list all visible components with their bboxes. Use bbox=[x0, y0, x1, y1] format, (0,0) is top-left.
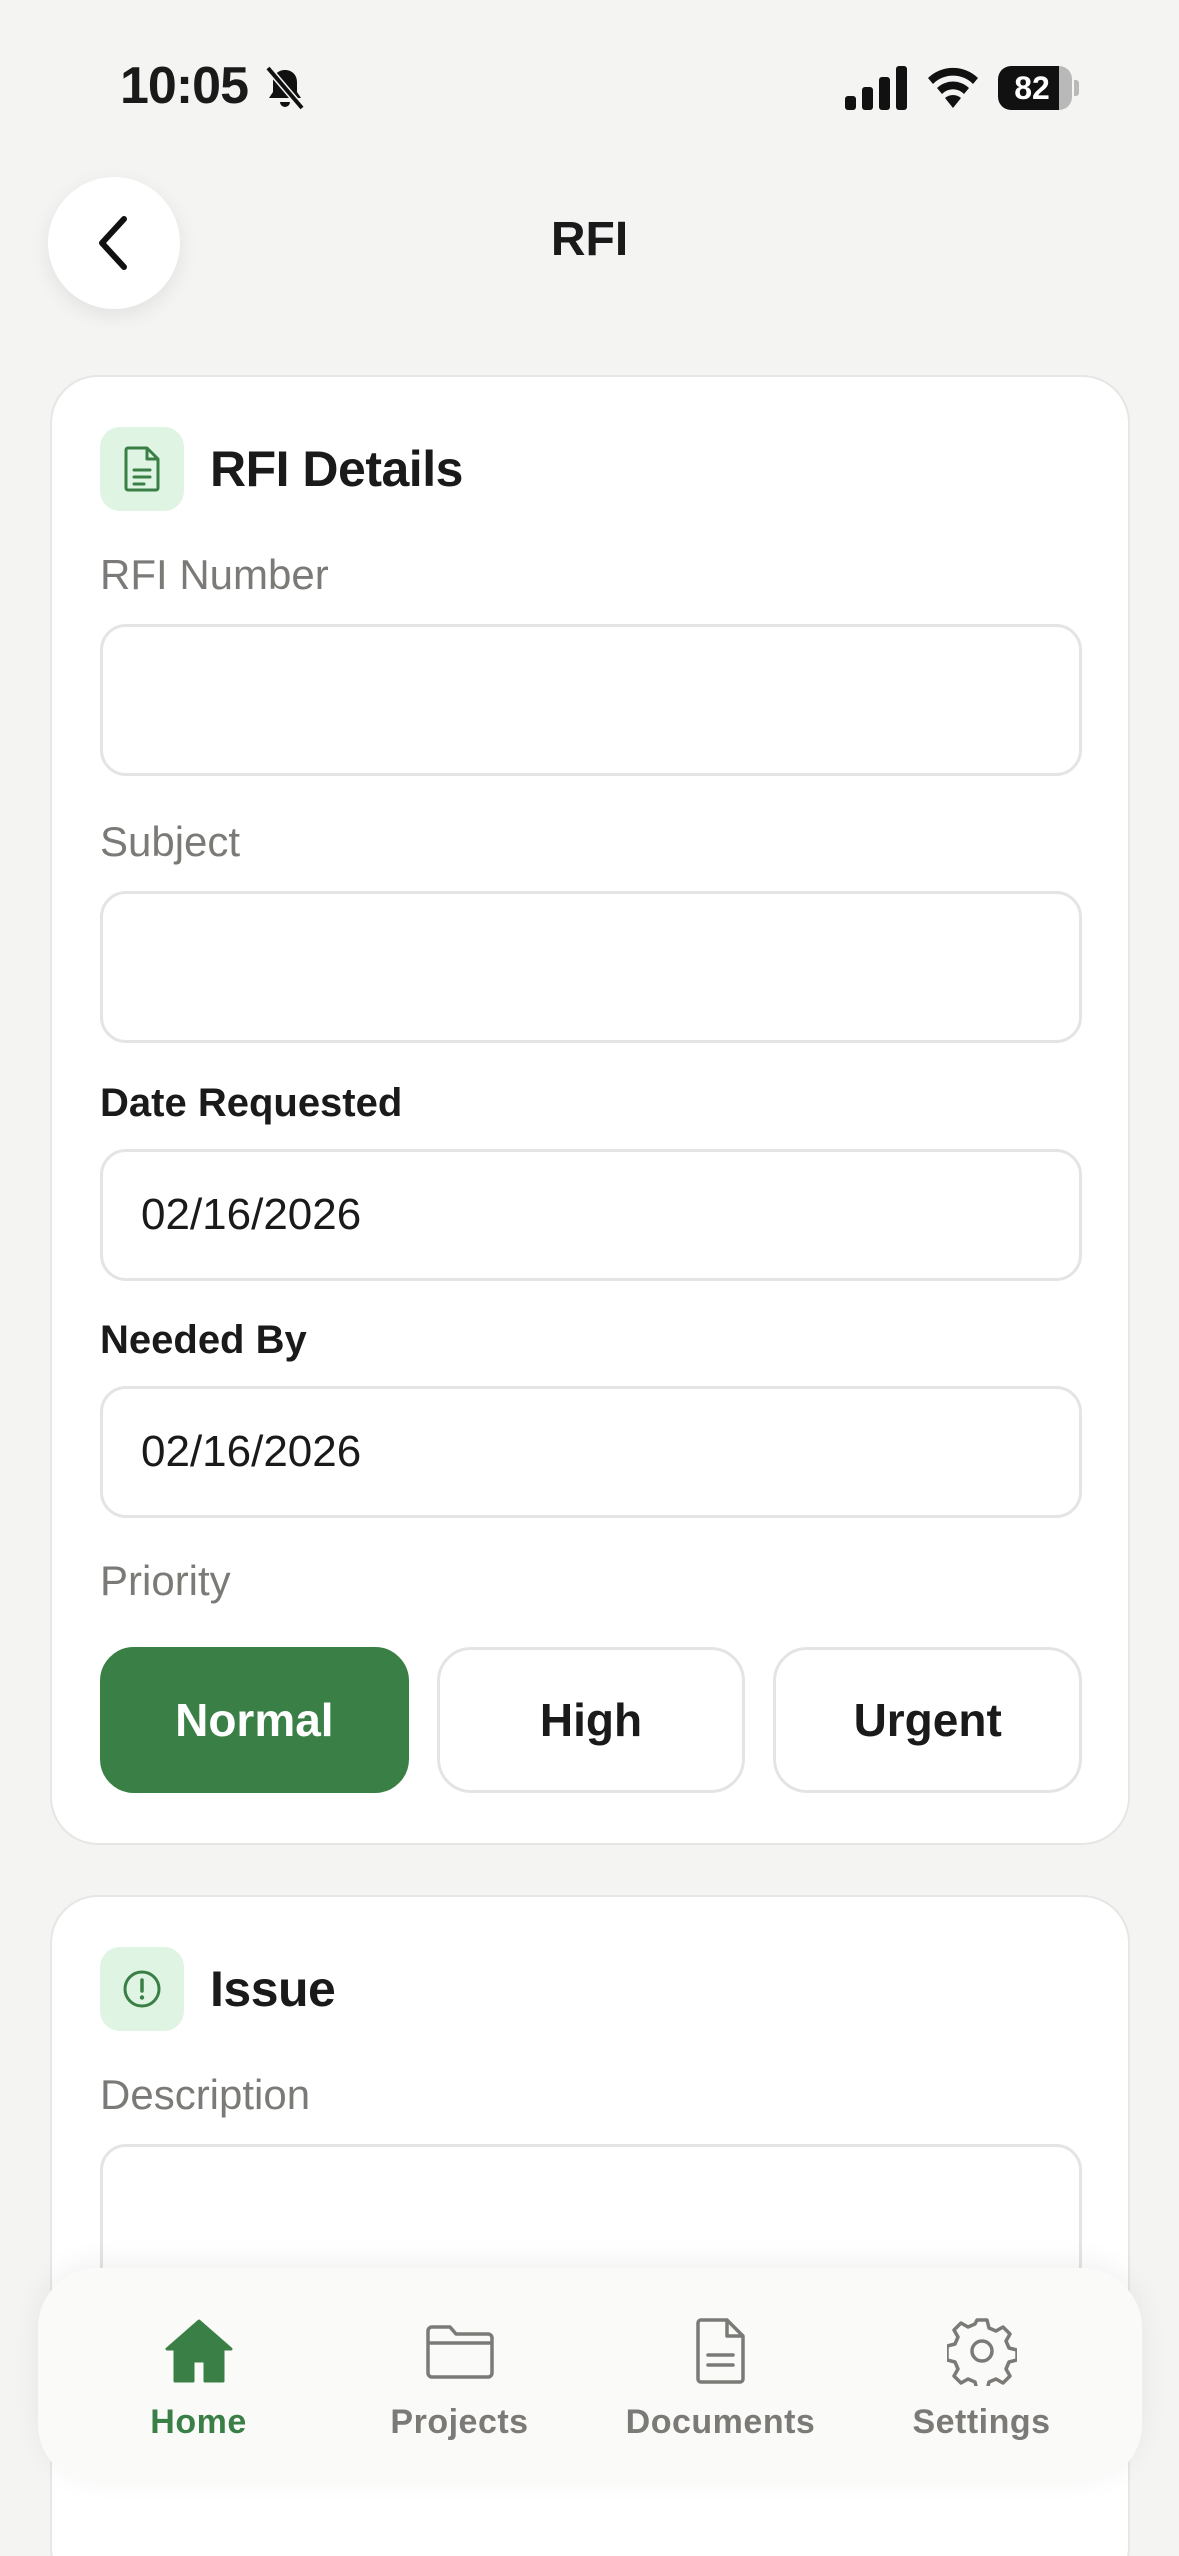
nav-item-home[interactable]: Home bbox=[84, 2311, 314, 2442]
battery-percent: 82 bbox=[1014, 70, 1050, 106]
bell-muted-icon bbox=[265, 65, 305, 111]
card-title: Issue bbox=[210, 1961, 336, 2017]
nav-item-projects[interactable]: Projects bbox=[345, 2311, 575, 2442]
priority-label: Priority bbox=[100, 1557, 231, 1604]
nav-label-projects: Projects bbox=[390, 2402, 529, 2441]
cellular-signal-icon bbox=[845, 66, 907, 110]
needed-by-field[interactable]: 02/16/2026 bbox=[100, 1386, 1082, 1518]
folder-icon bbox=[420, 2311, 500, 2391]
date-requested-label: Date Requested bbox=[100, 1081, 403, 1125]
priority-urgent-button[interactable]: Urgent bbox=[773, 1647, 1083, 1793]
description-label: Description bbox=[100, 2071, 311, 2118]
issue-header: Issue bbox=[100, 1947, 336, 2031]
status-time: 10:05 bbox=[120, 57, 249, 115]
nav-label-home: Home bbox=[150, 2402, 247, 2441]
alert-circle-icon bbox=[100, 1947, 184, 2031]
subject-label: Subject bbox=[100, 818, 241, 865]
gear-icon bbox=[942, 2311, 1022, 2391]
document-icon bbox=[681, 2311, 761, 2391]
rfi-screen: 10:05 82 RFI RFI Details RFI Number Subj… bbox=[0, 0, 1179, 2556]
priority-high-button[interactable]: High bbox=[436, 1647, 746, 1793]
rfi-number-input[interactable] bbox=[100, 624, 1082, 776]
rfi-details-header: RFI Details bbox=[100, 427, 463, 511]
wifi-icon bbox=[928, 67, 978, 108]
card-title: RFI Details bbox=[210, 441, 463, 497]
home-icon bbox=[159, 2311, 239, 2391]
document-icon bbox=[100, 427, 184, 511]
page-title: RFI bbox=[550, 213, 629, 266]
nav-item-documents[interactable]: Documents bbox=[606, 2311, 836, 2442]
priority-normal-button[interactable]: Normal bbox=[100, 1647, 409, 1793]
nav-item-settings[interactable]: Settings bbox=[867, 2311, 1097, 2442]
status-bar: 10:05 82 bbox=[0, 0, 1179, 150]
bottom-nav: Home Projects Documents Settings bbox=[38, 2268, 1142, 2484]
battery-indicator: 82 bbox=[998, 66, 1079, 110]
needed-by-label: Needed By bbox=[100, 1318, 307, 1362]
subject-input[interactable] bbox=[100, 891, 1082, 1043]
nav-label-documents: Documents bbox=[625, 2402, 816, 2441]
date-requested-field[interactable]: 02/16/2026 bbox=[100, 1149, 1082, 1281]
priority-selector: Normal High Urgent bbox=[100, 1647, 1083, 1793]
rfi-number-label: RFI Number bbox=[100, 551, 329, 598]
nav-label-settings: Settings bbox=[912, 2402, 1051, 2441]
rfi-details-card: RFI Details RFI Number Subject Date Requ… bbox=[50, 375, 1130, 1845]
